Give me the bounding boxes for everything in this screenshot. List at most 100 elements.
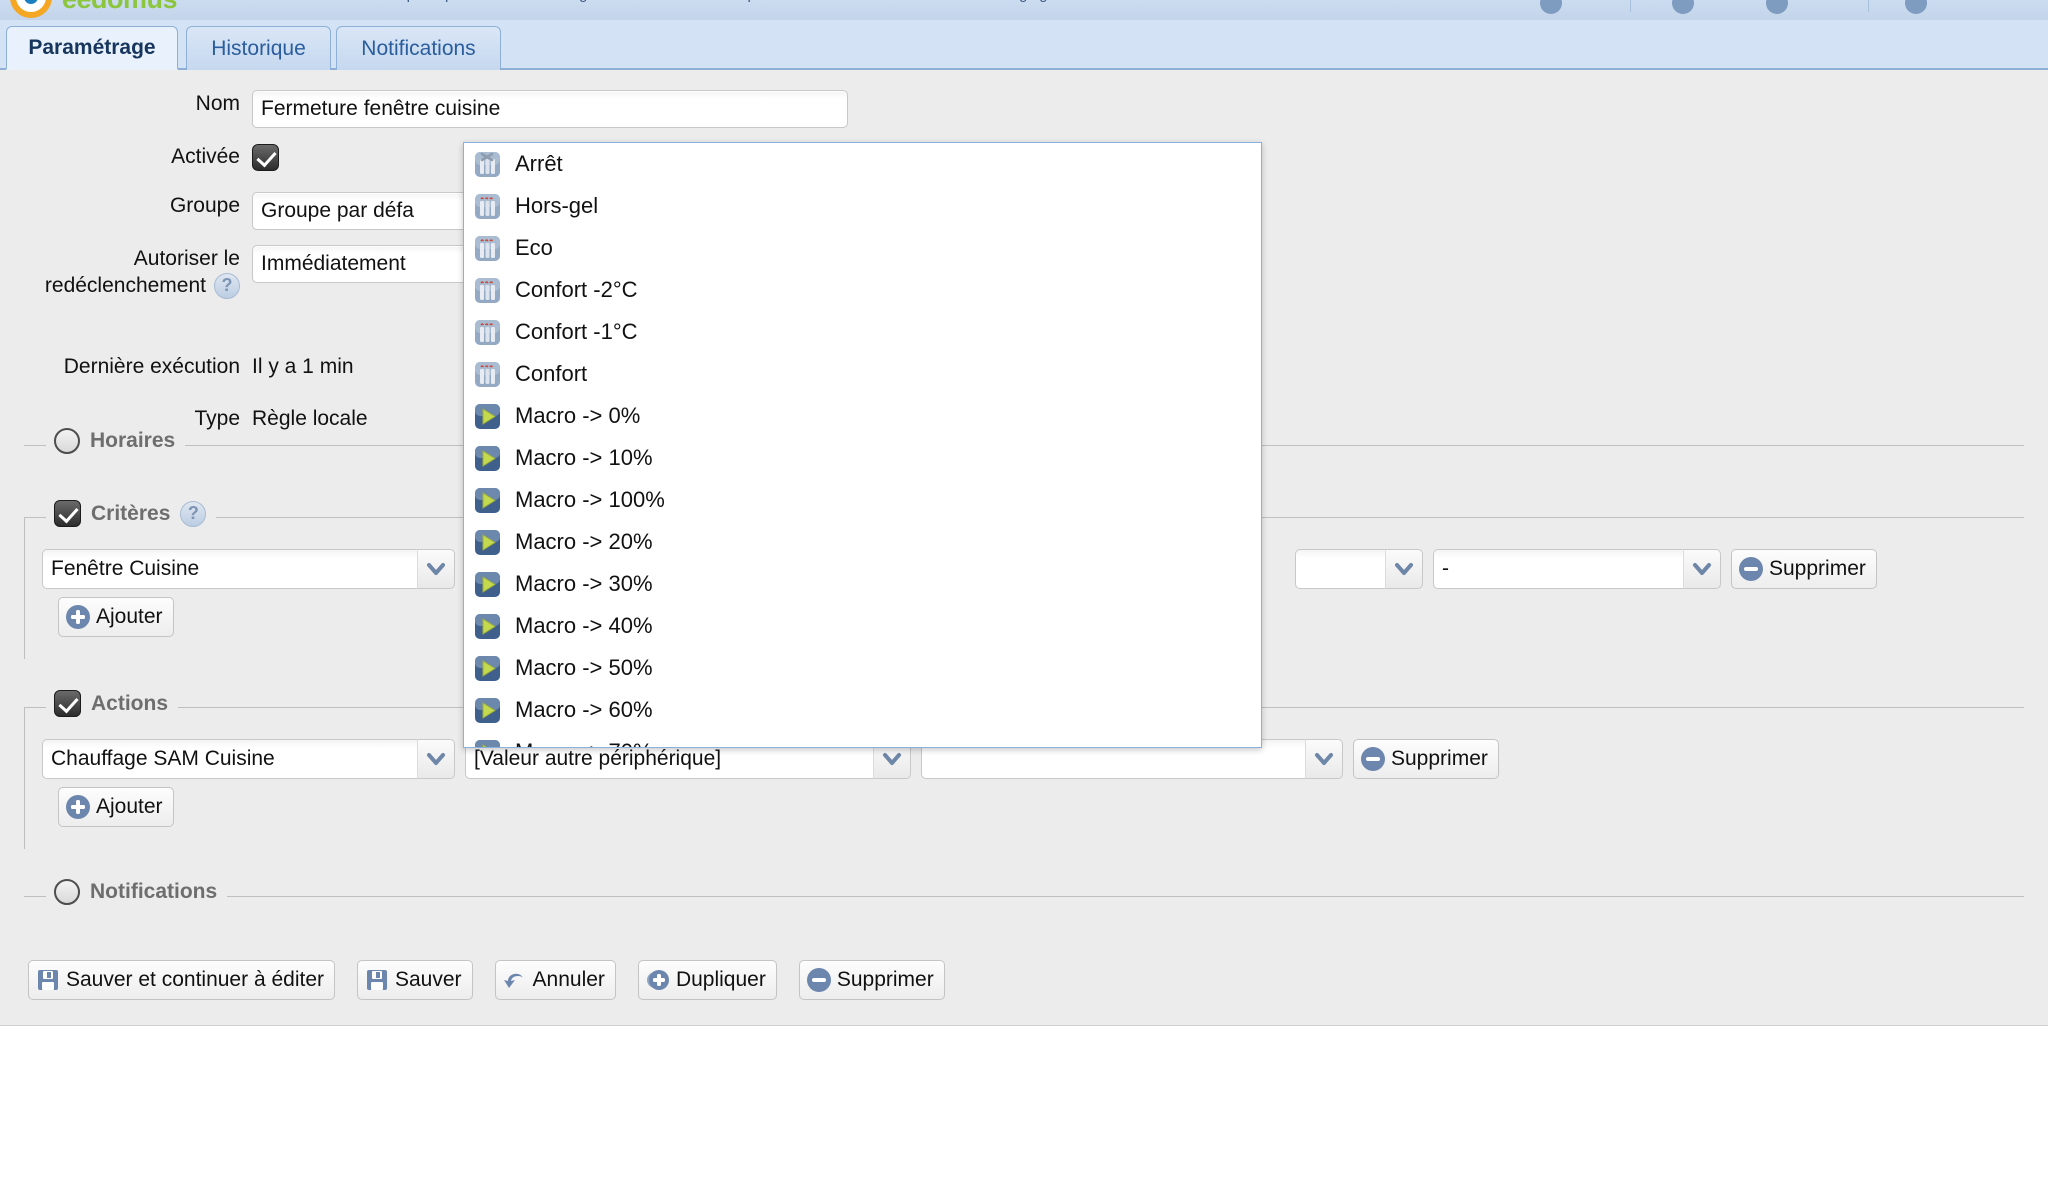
dropdown-option-label: Confort -1°C	[515, 319, 638, 344]
dropdown-option[interactable]: Macro -> 20%	[464, 521, 1261, 563]
heater-icon	[474, 193, 501, 220]
field-groupe-label: Groupe	[169, 194, 240, 217]
notifications-toggle[interactable]	[54, 879, 80, 905]
bell-icon[interactable]	[1672, 0, 1694, 14]
tab-notifications[interactable]: Notifications	[336, 26, 501, 70]
gear-icon[interactable]	[1766, 0, 1788, 14]
chevron-down-icon[interactable]	[1385, 549, 1423, 589]
dropdown-option[interactable]: Hors-gel	[464, 185, 1261, 227]
dropdown-option[interactable]: Macro -> 100%	[464, 479, 1261, 521]
chevron-down-icon[interactable]	[1305, 739, 1343, 779]
criteria-row: Fenêtre Cuisine	[42, 549, 455, 589]
nav-item-0[interactable]: Accueil	[240, 0, 288, 3]
criteres-toggle[interactable]	[54, 500, 81, 527]
nom-input[interactable]: Fermeture fenêtre cuisine	[252, 90, 848, 128]
dropdown-option-label: Macro -> 70%	[515, 739, 653, 747]
dropdown-option[interactable]: Eco	[464, 227, 1261, 269]
dropdown-option-label: Macro -> 60%	[515, 697, 653, 722]
field-activee: Activée	[0, 140, 279, 174]
redeclenchement-label-line1: Autoriser le	[133, 247, 240, 270]
criteria-add-label: Ajouter	[96, 605, 163, 628]
criteria-delete-button[interactable]: Supprimer	[1731, 549, 1877, 589]
nav-item-3[interactable]: Historique	[700, 0, 768, 3]
chevron-down-icon[interactable]	[417, 549, 455, 589]
criteria-device-select[interactable]: Fenêtre Cuisine	[42, 549, 455, 589]
dropdown-option[interactable]: Macro -> 10%	[464, 437, 1261, 479]
dropdown-option[interactable]: Confort	[464, 353, 1261, 395]
dropdown-option-label: Confort	[515, 361, 588, 386]
redeclenchement-help-icon[interactable]: ?	[214, 272, 240, 299]
section-criteres-label: Critères	[91, 501, 171, 525]
tab-historique-label: Historique	[211, 36, 306, 60]
action-delete-button[interactable]: Supprimer	[1353, 739, 1499, 779]
dropdown-option[interactable]: Macro -> 0%	[464, 395, 1261, 437]
criteria-add-button[interactable]: Ajouter	[58, 597, 174, 637]
dropdown-option-label: Macro -> 20%	[515, 529, 653, 554]
delete-button[interactable]: Supprimer	[798, 960, 945, 1000]
dropdown-option[interactable]: Macro -> 50%	[464, 647, 1261, 689]
heater-icon	[474, 319, 501, 346]
action-add-button[interactable]: Ajouter	[58, 787, 174, 827]
nav-item-4[interactable]: Macros	[860, 0, 909, 3]
minus-circle-icon	[1360, 746, 1386, 772]
nav-item-2[interactable]: Règles	[560, 0, 607, 3]
field-nom: Nom Fermeture fenêtre cuisine	[0, 90, 848, 128]
action-value-dropdown-list[interactable]: Arrêt Hors-gel Eco Confort -2°C Confort …	[463, 142, 1262, 748]
action-add-label: Ajouter	[96, 795, 163, 818]
criteres-help-icon[interactable]: ?	[180, 500, 207, 527]
section-notifications: Notifications	[24, 879, 2024, 905]
derniere-execution-value: Il y a 1 min	[252, 355, 354, 378]
dropdown-option[interactable]: Macro -> 70%	[464, 731, 1261, 747]
rule-editor-page: eedomus Accueil Périphériques Règles His…	[0, 0, 2048, 1192]
action-add-wrapper: Ajouter	[58, 787, 174, 827]
tab-parametrage[interactable]: Paramétrage	[6, 26, 178, 70]
tab-historique[interactable]: Historique	[186, 26, 331, 70]
macro-play-icon	[474, 403, 501, 430]
nav-item-1[interactable]: Périphériques	[380, 0, 473, 3]
floppy-disk-icon	[35, 967, 61, 993]
form-toolbar: Sauver et continuer à éditer Sauver Annu…	[28, 960, 945, 1000]
horaires-toggle[interactable]	[54, 428, 80, 454]
cancel-button[interactable]: Annuler	[494, 960, 616, 1000]
help-icon[interactable]	[1905, 0, 1927, 14]
criteria-row-right: - Supprimer	[1295, 549, 1877, 589]
action-device-select[interactable]: Chauffage SAM Cuisine	[42, 739, 455, 779]
save-button[interactable]: Sauver	[357, 960, 473, 1000]
section-actions-legend[interactable]: Actions	[46, 690, 179, 717]
chevron-down-icon[interactable]	[1683, 549, 1721, 589]
dropdown-option-label: Macro -> 40%	[515, 613, 653, 638]
save-label: Sauver	[395, 968, 462, 991]
dropdown-option-label: Hors-gel	[515, 193, 599, 218]
user-icon[interactable]	[1540, 0, 1562, 14]
activee-checkbox[interactable]	[252, 143, 279, 171]
dropdown-option[interactable]: Confort -2°C	[464, 269, 1261, 311]
save-and-continue-button[interactable]: Sauver et continuer à éditer	[28, 960, 335, 1000]
dropdown-option[interactable]: Macro -> 60%	[464, 689, 1261, 731]
duplicate-button[interactable]: Dupliquer	[637, 960, 777, 1000]
tab-parametrage-label: Paramétrage	[28, 35, 156, 59]
criteria-add-wrapper: Ajouter	[58, 597, 174, 637]
nav-item-5[interactable]: Réglages	[1000, 0, 1063, 3]
delete-label: Supprimer	[836, 968, 934, 991]
section-notifications-legend[interactable]: Notifications	[46, 879, 228, 905]
criteria-device-value: Fenêtre Cuisine	[42, 549, 417, 589]
actions-toggle[interactable]	[54, 690, 81, 717]
field-derniere-execution: Dernière exécution Il y a 1 min	[0, 350, 354, 384]
eedomus-logo-icon[interactable]	[10, 0, 52, 18]
macro-play-icon	[474, 445, 501, 472]
dropdown-option[interactable]: Macro -> 30%	[464, 563, 1261, 605]
section-horaires-legend[interactable]: Horaires	[46, 428, 186, 454]
cancel-label: Annuler	[532, 968, 605, 991]
criteria-operator-select[interactable]	[1295, 549, 1423, 589]
redeclenchement-label-line2: redéclenchement	[44, 274, 206, 297]
chevron-down-icon[interactable]	[417, 739, 455, 779]
criteria-value-text: -	[1433, 549, 1683, 589]
plus-circle-icon	[65, 794, 91, 820]
criteria-value-select[interactable]: -	[1433, 549, 1721, 589]
section-actions-label: Actions	[91, 691, 169, 715]
tabstrip: Paramétrage Historique Notifications	[0, 20, 2048, 70]
dropdown-option[interactable]: Confort -1°C	[464, 311, 1261, 353]
dropdown-option[interactable]: Macro -> 40%	[464, 605, 1261, 647]
dropdown-option[interactable]: Arrêt	[464, 143, 1261, 185]
section-criteres-legend[interactable]: Critères ?	[46, 500, 217, 527]
